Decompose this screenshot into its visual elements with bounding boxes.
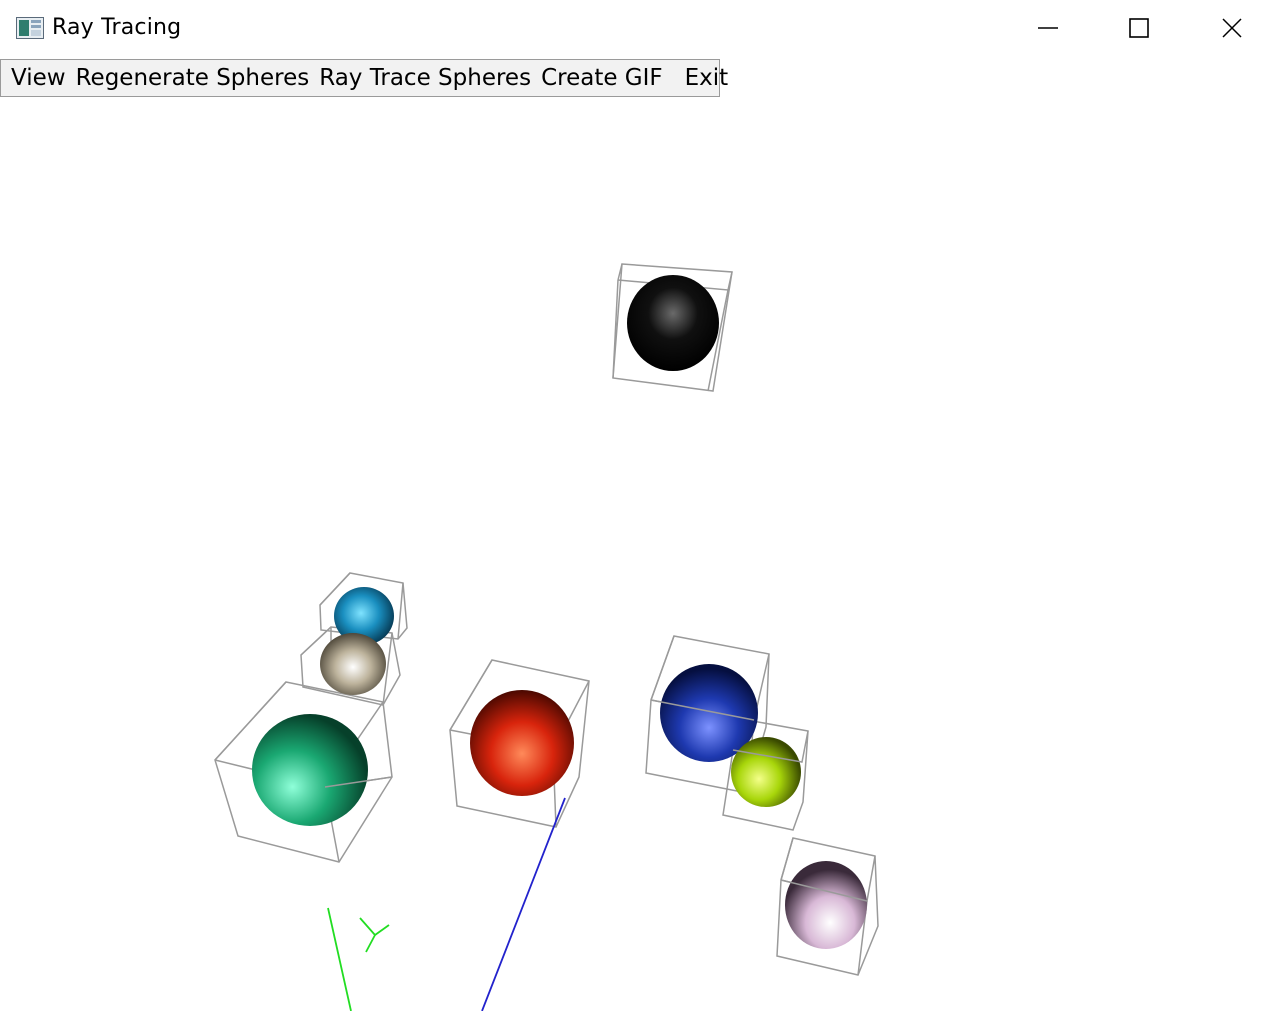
sphere-black — [627, 275, 719, 371]
sphere-lime — [731, 737, 801, 807]
minimize-icon — [1038, 27, 1058, 29]
axes — [327, 797, 566, 1011]
3d-viewport[interactable] — [0, 98, 1275, 1011]
x-axis-line — [481, 797, 566, 1011]
minimize-button[interactable] — [1002, 0, 1094, 56]
y-axis-line — [327, 907, 352, 1011]
window-title: Ray Tracing — [52, 15, 182, 40]
menu-ray-trace-spheres[interactable]: Ray Trace Spheres — [314, 60, 536, 96]
sphere-green — [252, 714, 368, 826]
menu-create-gif[interactable]: Create GIF — [536, 60, 668, 96]
app-icon — [16, 17, 44, 39]
sphere-pink — [785, 861, 867, 949]
close-icon — [1222, 18, 1242, 38]
close-button[interactable] — [1186, 0, 1275, 56]
spheres — [252, 275, 867, 949]
menu-exit[interactable]: Exit — [680, 60, 734, 96]
scene-canvas[interactable] — [0, 98, 1275, 1011]
title-bar[interactable]: Ray Tracing — [0, 0, 1275, 58]
maximize-button[interactable] — [1093, 0, 1185, 56]
menu-regenerate-spheres[interactable]: Regenerate Spheres — [71, 60, 315, 96]
y-axis-label — [359, 917, 390, 953]
app-window: Ray Tracing View Regenerate Spheres Ray … — [0, 0, 1275, 1011]
sphere-red — [470, 690, 574, 796]
bounding-boxes — [214, 263, 879, 976]
menu-bar: View Regenerate Spheres Ray Trace Sphere… — [0, 59, 728, 97]
sphere-beige — [320, 633, 386, 695]
menu-view[interactable]: View — [1, 60, 71, 96]
maximize-icon — [1129, 18, 1149, 38]
